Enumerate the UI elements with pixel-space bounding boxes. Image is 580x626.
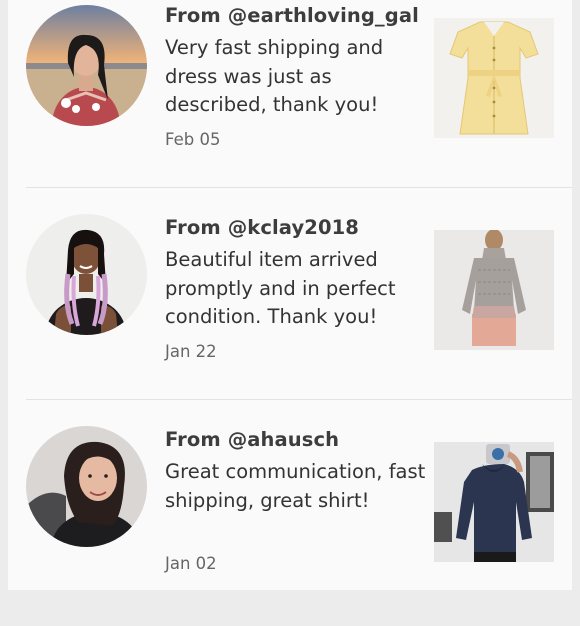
- item-thumbnail[interactable]: [434, 18, 554, 138]
- beach-avatar-icon: [26, 5, 147, 126]
- review-item[interactable]: From @earthloving_gal Very fast shipping…: [8, 0, 572, 202]
- item-thumbnail[interactable]: [434, 442, 554, 562]
- item-thumbnail[interactable]: [434, 230, 554, 350]
- divider: [26, 399, 572, 400]
- braids-avatar-icon: [26, 214, 147, 335]
- navy-shirt-icon: [434, 442, 554, 562]
- reviewer-handle[interactable]: From @ahausch: [165, 428, 339, 451]
- yellow-dress-icon: [434, 18, 554, 138]
- reviewer-handle[interactable]: From @earthloving_gal: [165, 4, 419, 27]
- sweater-dress-icon: [434, 230, 554, 350]
- review-date: Jan 22: [165, 342, 217, 361]
- review-item[interactable]: From @kclay2018 Beautiful item arrived p…: [8, 202, 572, 414]
- divider: [26, 187, 572, 188]
- review-text: Great communication, fast shipping, grea…: [165, 460, 426, 512]
- review-date: Jan 02: [165, 554, 217, 573]
- reviewer-handle[interactable]: From @kclay2018: [165, 216, 359, 239]
- review-date: Feb 05: [165, 130, 221, 149]
- reviewer-avatar[interactable]: [26, 5, 147, 126]
- reviewer-avatar[interactable]: [26, 426, 147, 547]
- review-text: Beautiful item arrived promptly and in p…: [165, 248, 396, 328]
- reviews-panel: From @earthloving_gal Very fast shipping…: [8, 0, 572, 590]
- review-text: Very fast shipping and dress was just as…: [165, 36, 384, 116]
- reviewer-avatar[interactable]: [26, 214, 147, 335]
- selfie-avatar-icon: [26, 426, 147, 547]
- review-item[interactable]: From @ahausch Great communication, fast …: [8, 414, 572, 626]
